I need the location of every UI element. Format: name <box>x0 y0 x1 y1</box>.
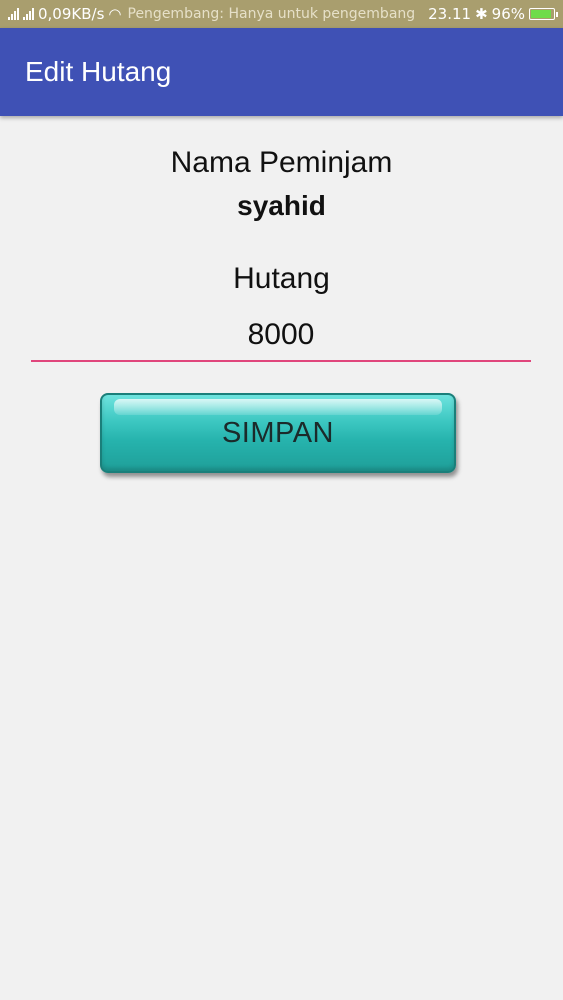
battery-icon <box>529 8 558 20</box>
signal-icon <box>8 8 19 20</box>
status-left: 0,09KB/s ◠ <box>8 5 122 23</box>
data-speed: 0,09KB/s <box>38 5 105 23</box>
developer-notice: Pengembang: Hanya untuk pengembang <box>127 6 416 22</box>
debt-input[interactable] <box>31 312 531 358</box>
bluetooth-icon: ✱ <box>475 5 488 23</box>
save-button[interactable]: SIMPAN <box>100 393 456 473</box>
save-button-label: SIMPAN <box>221 416 335 449</box>
status-bar: 0,09KB/s ◠ Pengembang: Hanya untuk penge… <box>0 0 563 28</box>
status-right: 23.11 ✱ 96% <box>428 5 558 23</box>
signal-icon-2 <box>23 8 34 20</box>
app-bar: Edit Hutang <box>0 28 563 116</box>
battery-percent: 96% <box>491 5 525 23</box>
borrower-label: Nama Peminjam <box>170 146 393 179</box>
debt-field <box>31 312 531 362</box>
button-gloss <box>114 399 442 415</box>
clock: 23.11 <box>428 5 472 23</box>
debt-label: Hutang <box>233 262 330 295</box>
page-title: Edit Hutang <box>25 56 172 87</box>
wifi-icon: ◠ <box>108 5 122 23</box>
borrower-name: syahid <box>237 190 326 221</box>
